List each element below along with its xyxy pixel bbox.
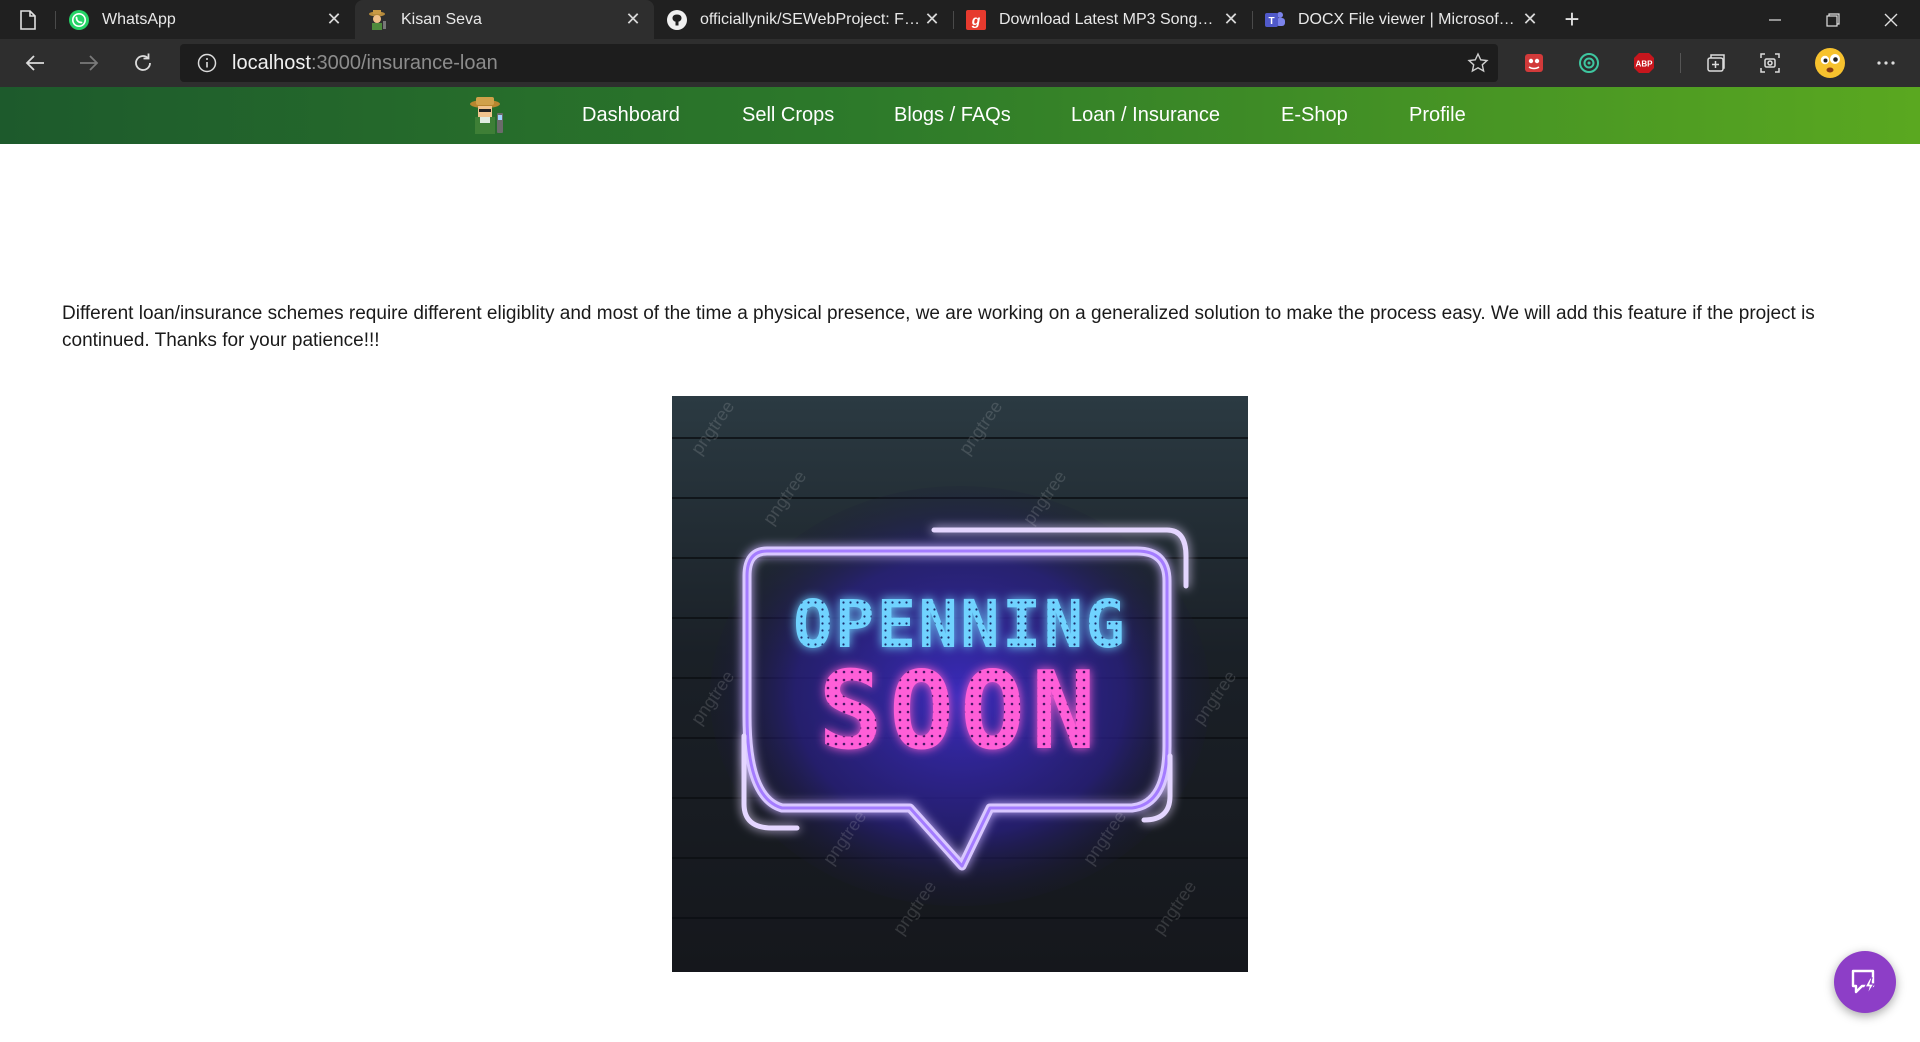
new-tab-button[interactable]: +	[1551, 0, 1593, 39]
tab-actions-menu[interactable]	[0, 0, 56, 39]
tab-github[interactable]: officiallynik/SEWebProject: Find u ✕	[654, 0, 953, 39]
feedback-chat-button[interactable]	[1834, 951, 1896, 1013]
screenshot-icon[interactable]	[1754, 47, 1786, 79]
close-tab-icon[interactable]: ✕	[1220, 9, 1242, 31]
nav-loan-insurance-link[interactable]: Loan / Insurance	[1071, 87, 1220, 144]
opening-soon-image: OPENNING SOON pngtree pngtree pngtree pn…	[672, 396, 1248, 972]
farmer-logo-icon[interactable]	[466, 95, 508, 137]
close-tab-icon[interactable]: ✕	[622, 9, 644, 31]
collections-icon[interactable]	[1700, 47, 1732, 79]
back-button[interactable]	[8, 39, 62, 87]
teams-icon: T	[1264, 9, 1286, 31]
profile-avatar-icon[interactable]	[1812, 45, 1848, 81]
adblock-plus-icon[interactable]: ABP	[1628, 47, 1660, 79]
url-text[interactable]: localhost:3000/insurance-loan	[232, 52, 498, 75]
whatsapp-icon	[68, 9, 90, 31]
tab-title: Download Latest MP3 Songs Onl	[999, 10, 1220, 28]
svg-text:g: g	[971, 12, 981, 28]
minimize-icon	[1769, 18, 1781, 21]
close-tab-icon[interactable]: ✕	[323, 9, 345, 31]
forward-button[interactable]	[62, 39, 116, 87]
promo-line-2: SOON	[818, 649, 1102, 774]
extension-red-icon[interactable]	[1518, 47, 1550, 79]
svg-text:ABP: ABP	[1636, 60, 1654, 69]
site-navbar: Dashboard Sell Crops Blogs / FAQs Loan /…	[0, 87, 1920, 144]
minimize-button[interactable]	[1746, 0, 1804, 39]
nav-dashboard-link[interactable]: Dashboard	[582, 87, 680, 144]
browser-toolbar: localhost:3000/insurance-loan ABP	[0, 39, 1920, 87]
chat-bolt-icon	[1851, 969, 1876, 996]
nav-sell-crops-link[interactable]: Sell Crops	[742, 87, 834, 144]
url-host: localhost	[232, 51, 311, 74]
tab-docx-viewer[interactable]: T DOCX File viewer | Microsoft Tea ✕	[1252, 0, 1551, 39]
forward-arrow-icon	[80, 55, 99, 71]
browser-tab-strip: WhatsApp ✕ Kisan Seva ✕ officiallynik/SE…	[0, 0, 1920, 39]
address-bar[interactable]: localhost:3000/insurance-loan	[180, 44, 1498, 82]
nav-blogs-faqs-link[interactable]: Blogs / FAQs	[894, 87, 1011, 144]
tab-mp3-songs[interactable]: g Download Latest MP3 Songs Onl ✕	[953, 0, 1252, 39]
more-options-icon[interactable]	[1870, 47, 1902, 79]
nav-eshop-link[interactable]: E-Shop	[1281, 87, 1348, 144]
tab-title: officiallynik/SEWebProject: Find u	[700, 10, 921, 28]
reload-button[interactable]	[116, 39, 170, 87]
url-path: :3000/insurance-loan	[310, 51, 498, 74]
tab-kisan-seva[interactable]: Kisan Seva ✕	[355, 0, 654, 39]
tab-whatsapp[interactable]: WhatsApp ✕	[56, 0, 355, 39]
svg-text:T: T	[1268, 16, 1274, 27]
coming-soon-notice: Different loan/insurance schemes require…	[62, 303, 1815, 351]
site-info-icon[interactable]	[196, 52, 218, 74]
close-tab-icon[interactable]: ✕	[921, 9, 943, 31]
close-icon	[1884, 13, 1898, 26]
music-site-icon: g	[965, 9, 987, 31]
nav-profile-link[interactable]: Profile	[1409, 87, 1466, 144]
close-tab-icon[interactable]: ✕	[1519, 9, 1541, 31]
github-icon	[666, 9, 688, 31]
reload-icon	[135, 53, 151, 71]
extension-target-icon[interactable]	[1573, 47, 1605, 79]
restore-button[interactable]	[1804, 0, 1862, 39]
restore-icon	[1826, 12, 1840, 27]
tab-title: Kisan Seva	[401, 10, 482, 28]
back-arrow-icon	[25, 55, 44, 71]
tab-title: WhatsApp	[102, 10, 176, 28]
toolbar-separator	[1680, 53, 1681, 73]
farmer-icon	[367, 9, 389, 31]
page-icon	[20, 9, 36, 30]
favorite-star-icon[interactable]	[1458, 52, 1498, 74]
close-window-button[interactable]	[1862, 0, 1920, 39]
tab-title: DOCX File viewer | Microsoft Tea	[1298, 10, 1519, 28]
